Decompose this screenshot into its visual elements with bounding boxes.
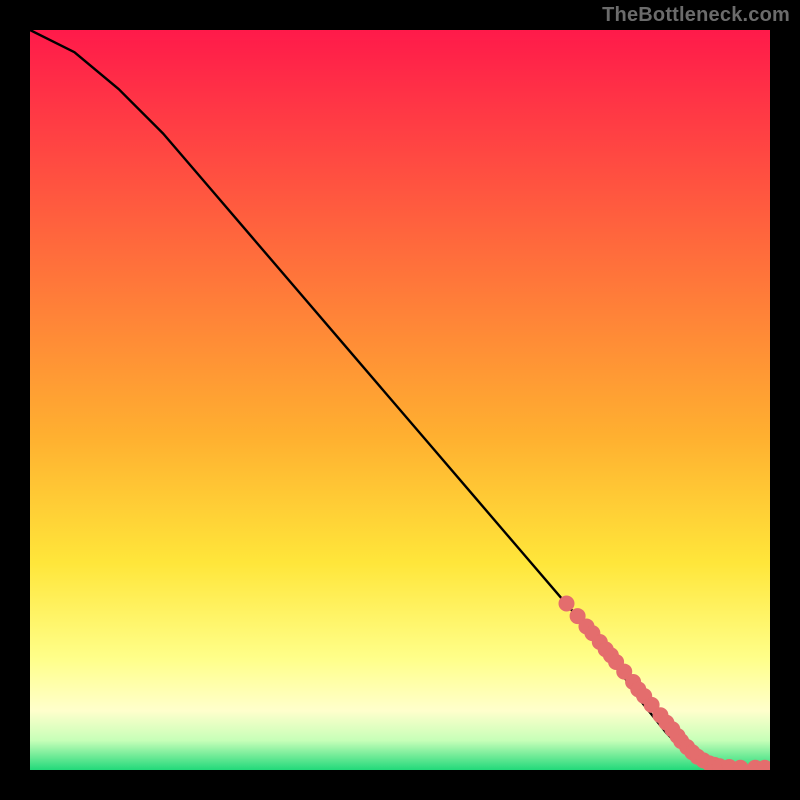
watermark-text: TheBottleneck.com [602,4,790,27]
markers-group [559,596,770,770]
chart-stage: TheBottleneck.com [0,0,800,800]
data-marker [559,596,574,611]
curve-line [30,30,770,768]
plot-area [30,30,770,770]
chart-series-layer [30,30,770,770]
